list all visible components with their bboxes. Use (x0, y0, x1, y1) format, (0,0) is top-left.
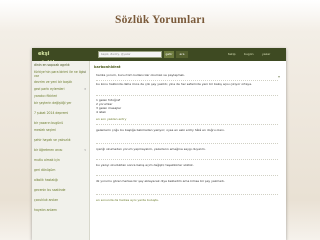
nav-item-takip[interactable]: takip (228, 51, 236, 58)
divider (96, 159, 278, 160)
sidebar-item[interactable]: gezi parkı eylemleri 8 (34, 87, 88, 92)
nav-item-bugun[interactable]: bugün (244, 51, 254, 58)
sidebar-item[interactable]: alkolik hastalığı (34, 178, 88, 183)
sidebar-item[interactable]: şehir hayatı ve yalnızlık (34, 138, 88, 143)
sidebar-item[interactable]: bir yazarın bugünü (34, 121, 88, 126)
sidebar-item[interactable]: 7 şubat 2014 depremi (34, 111, 88, 116)
divider (96, 95, 278, 96)
entry-text: ilk yorumu gören herkes bir şey ekleyece… (96, 179, 225, 183)
divider (96, 124, 278, 125)
sidebar-item[interactable]: devrim ve yeni bir başlık (34, 80, 88, 85)
site-logo[interactable]: ekşi sözlük (38, 50, 62, 66)
entry-text: içeriği okumadan yorum yapmayalım, yazar… (96, 147, 206, 151)
entry-text: bu konu hakkında daha önce de çok şey ya… (96, 82, 252, 86)
sidebar-item[interactable]: meslek seçimi (34, 128, 88, 133)
list-item: 4 istek (96, 110, 107, 114)
sidebar-item[interactable]: bir şeylerin değiştiği yer (34, 101, 88, 106)
topic-title[interactable]: karbonhidrat (94, 64, 282, 70)
sidebar-item[interactable]: hayatın anlamı (34, 208, 88, 213)
top-bar: ekşi sözlük başlık, #entry, @yazar getir… (32, 48, 286, 66)
nav-item-yazar[interactable]: yazar (262, 51, 270, 58)
go-button[interactable]: getir (164, 51, 174, 58)
entry-text: bu yazıyı okuduktan sonra bakış açım değ… (96, 163, 194, 167)
search-button[interactable]: ara (176, 51, 188, 58)
slide-title: Sözlük Yorumları (115, 14, 205, 26)
sidebar-item[interactable]: türkiye'nin para birimi ile ne ilgisi va… (34, 70, 88, 79)
sidebar-item[interactable]: dinin en sapıcak agırlık (34, 63, 88, 68)
search-input[interactable]: başlık, #entry, @yazar (98, 51, 162, 58)
sidebar-item[interactable]: yaratıcı fikirleri (34, 94, 88, 99)
sidebar-item[interactable]: gecenin bu saatinde (34, 188, 88, 193)
sidebar-item[interactable]: çocukluk anıları (34, 198, 88, 203)
sidebar-item[interactable]: geri dönüşüm (34, 168, 88, 173)
entry-link[interactable]: en sonunda da herkes aynı yerde buluştu. (96, 198, 280, 203)
divider (96, 143, 278, 144)
sidebar: dinin en sapıcak agırlık türkiye'nin par… (32, 61, 90, 240)
divider (96, 80, 278, 81)
divider (96, 194, 278, 195)
entry-menu-icon[interactable]: ▾ (278, 74, 283, 79)
screenshot-window: ekşi sözlük başlık, #entry, @yazar getir… (32, 48, 286, 240)
entry-text: harika yorum, bunu tüm kullanıcılar okum… (96, 73, 185, 77)
main-content: karbonhidrat harika yorum, bunu tüm kull… (92, 61, 286, 240)
divider (96, 175, 278, 176)
entry-text: gelenlerin çoğu bu başlığa bakmadan yazı… (96, 128, 225, 132)
entry-link[interactable]: en son yazılan entry (96, 117, 280, 122)
sidebar-item[interactable]: mutlu olmak için (34, 158, 88, 163)
sidebar-item[interactable]: bir öğretmen anısı 5 (34, 148, 88, 153)
